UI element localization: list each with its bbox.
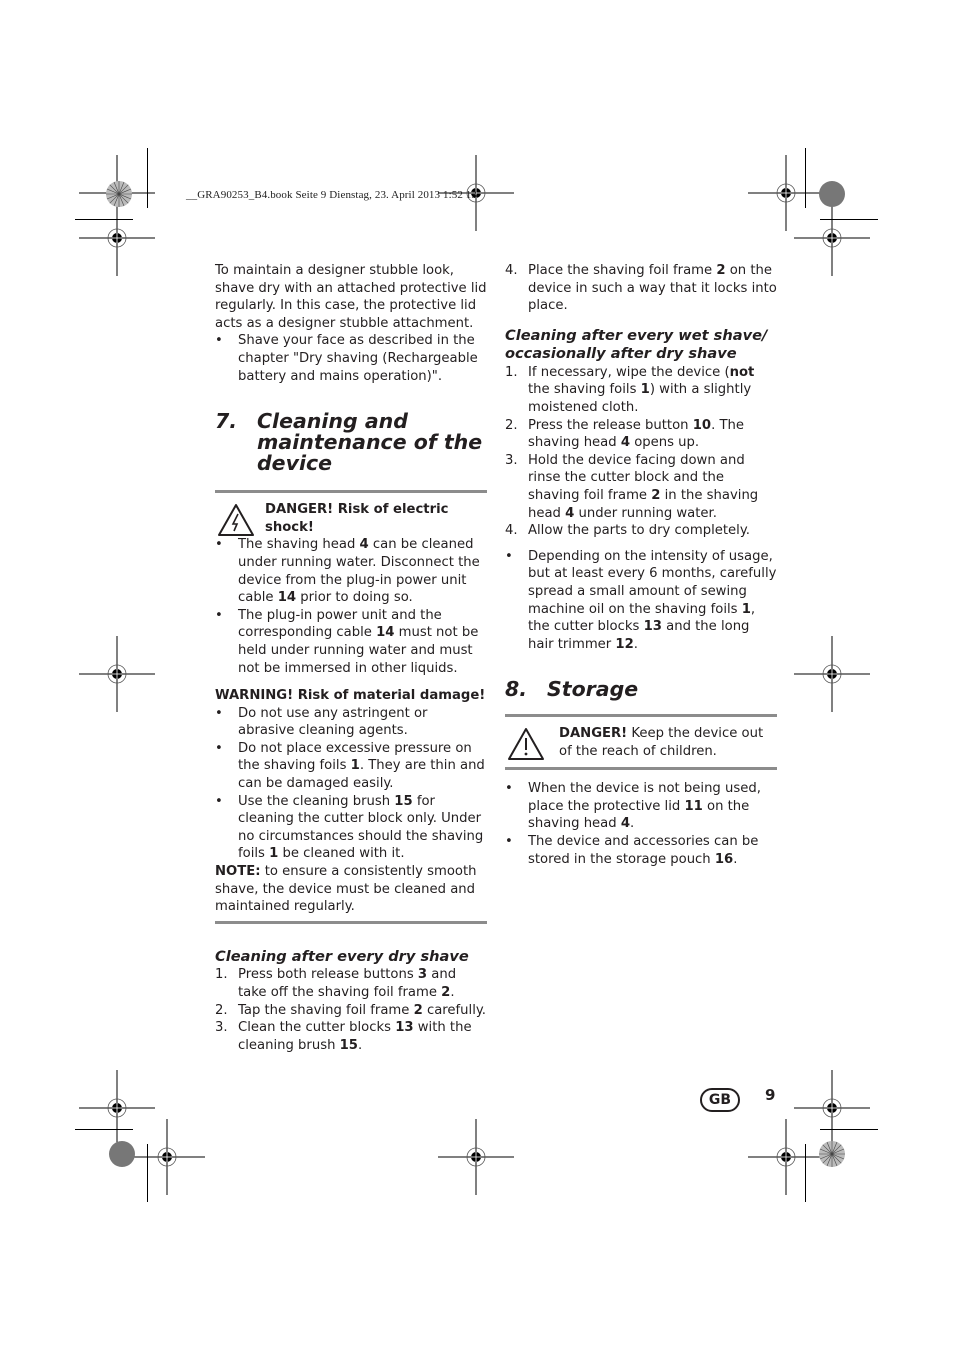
step-number: 3. xyxy=(505,452,518,468)
list-item: • Do not place excessive pressure on the … xyxy=(215,740,485,792)
list-item: • Depending on the intensity of usage, bu… xyxy=(505,548,777,652)
divider xyxy=(505,714,777,718)
numbered-step: 3. Clean the cutter blocks 13 with the cl… xyxy=(215,1020,472,1053)
part-number: 14 xyxy=(376,625,395,641)
step-number: 4. xyxy=(505,523,518,539)
part-number: 4 xyxy=(620,816,631,832)
part-number: 1 xyxy=(350,758,360,774)
registration-mark-icon xyxy=(129,1119,205,1195)
part-number: 12 xyxy=(615,636,634,652)
gray-density-disc xyxy=(109,1141,135,1167)
numbered-step: 4. Allow the parts to dry completely. xyxy=(505,523,750,539)
danger-bullet-list: • The shaving head 4 can be cleaned under… xyxy=(215,536,487,677)
part-number: 4 xyxy=(359,537,369,553)
warning-bullet-list: • Do not use any astringent or abrasive c… xyxy=(215,705,487,863)
divider xyxy=(505,767,777,771)
part-number: 1 xyxy=(741,601,751,617)
registration-mark-icon xyxy=(438,1119,514,1195)
section-heading: 7. Cleaning and maintenance of the devic… xyxy=(215,409,483,476)
step-number: 4. xyxy=(505,263,518,278)
registration-mark-icon xyxy=(794,200,870,276)
list-item: • Use the cleaning brush 15 for cleaning … xyxy=(215,793,484,862)
part-number: 2 xyxy=(413,1002,423,1018)
part-number: 15 xyxy=(394,793,413,809)
numbered-step: 2. Tap the shaving foil frame 2 carefully… xyxy=(215,1002,486,1018)
registration-mark-icon xyxy=(748,1119,824,1195)
maintenance-bullet-list: • Depending on the intensity of usage, bu… xyxy=(505,548,777,654)
page-number: 9 xyxy=(765,1086,776,1104)
warning-label: WARNING! Risk of material damage! xyxy=(215,688,486,704)
bullet-icon: • xyxy=(505,548,513,564)
part-number: 2 xyxy=(651,487,661,503)
step-number: 2. xyxy=(505,417,518,433)
dry-shave-steps: 1. Press both release buttons 3 and take … xyxy=(215,966,487,1054)
list-item: • The device and accessories can be store… xyxy=(505,834,759,867)
subsection-heading: Cleaning after every dry shave xyxy=(215,947,469,965)
part-number: not xyxy=(729,364,755,380)
bullet-icon: • xyxy=(215,740,223,756)
numbered-step: 1. If necessary, wipe the device (not the… xyxy=(505,364,755,415)
list-item: • When the device is not being used, plac… xyxy=(505,781,761,832)
part-number: 15 xyxy=(339,1037,358,1053)
numbered-step: 3. Hold the device facing down and rinse … xyxy=(505,452,759,521)
step-number: 1. xyxy=(215,967,228,983)
part-number: 13 xyxy=(643,619,662,635)
registration-mark-icon xyxy=(79,200,155,276)
list-item: • The plug-in power unit and the correspo… xyxy=(215,607,479,676)
part-number: 10 xyxy=(692,417,712,433)
note: NOTE: to ensure a consistently smooth sh… xyxy=(215,864,477,915)
bullet-icon: • xyxy=(215,607,223,623)
starburst-target-icon xyxy=(106,181,132,207)
step-number: 3. xyxy=(215,1020,228,1036)
part-number: 13 xyxy=(395,1020,414,1036)
wet-shave-steps: 1. If necessary, wipe the device (not the… xyxy=(505,364,777,540)
part-number: 2 xyxy=(716,263,726,278)
list-item: • Do not use any astringent or abrasive c… xyxy=(215,705,428,739)
subsection-heading: Cleaning after every wet shave/ occasion… xyxy=(505,326,768,363)
part-number: 14 xyxy=(277,590,297,606)
registration-mark-icon xyxy=(794,636,870,712)
electric-shock-warning-icon xyxy=(218,504,254,537)
list-item: • The shaving head 4 can be cleaned under… xyxy=(215,537,480,606)
part-number: 4 xyxy=(620,435,631,451)
divider xyxy=(215,920,487,924)
registration-mark-icon xyxy=(79,636,155,712)
numbered-step: 4. Place the shaving foil frame 2 on the … xyxy=(505,263,777,314)
bullet-icon: • xyxy=(215,333,223,349)
warning-triangle-icon xyxy=(508,728,544,761)
bullet-icon: • xyxy=(505,781,513,797)
part-number: 1 xyxy=(269,846,279,862)
left-column: To maintain a designer stubble look, sha… xyxy=(215,262,487,1054)
storage-bullet-list: • When the device is not being used, plac… xyxy=(505,780,777,868)
bullet-icon: • xyxy=(215,793,223,809)
divider xyxy=(215,490,487,494)
gray-density-disc xyxy=(819,181,845,207)
step-number: 2. xyxy=(215,1002,228,1018)
part-number: 11 xyxy=(684,798,703,814)
starburst-target-icon xyxy=(819,1141,845,1167)
right-column: 4. Place the shaving foil frame 2 on the … xyxy=(505,262,777,868)
part-number: 4 xyxy=(565,505,575,521)
print-slug: __GRA90253_B4.book Seite 9 Dienstag, 23.… xyxy=(186,189,477,201)
bullet-icon: • xyxy=(215,537,223,553)
numbered-step: 1. Press both release buttons 3 and take … xyxy=(215,967,457,1000)
part-number: 16 xyxy=(714,851,734,867)
part-number: 3 xyxy=(417,967,428,983)
dry-shave-steps-continued: 4. Place the shaving foil frame 2 on the … xyxy=(505,262,777,315)
section-heading: 8. Storage xyxy=(505,677,639,702)
list-item: • Shave your face as described in the ch… xyxy=(215,333,478,384)
bullet-icon: • xyxy=(505,834,513,850)
bullet-icon: • xyxy=(215,705,223,721)
part-number: 2 xyxy=(441,984,451,1000)
step-number: 1. xyxy=(505,364,518,380)
danger-notice: DANGER! Keep the device out of the reach… xyxy=(505,725,777,763)
intro-paragraph: To maintain a designer stubble look, sha… xyxy=(215,263,487,331)
part-number: 1 xyxy=(640,382,650,398)
language-badge: GB xyxy=(700,1088,740,1112)
danger-notice: DANGER! Risk of electric shock! xyxy=(215,501,487,537)
numbered-step: 2. Press the release button 10. The shavi… xyxy=(505,417,744,451)
